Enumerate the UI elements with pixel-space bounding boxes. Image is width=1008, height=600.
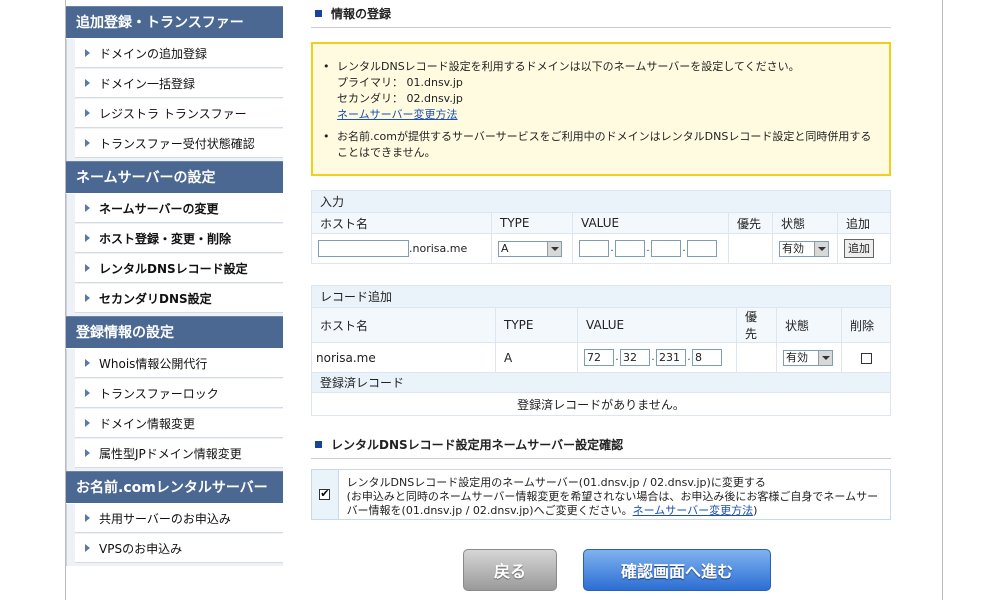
right-frame — [942, 0, 1008, 600]
priority-cell — [728, 233, 773, 264]
registered-caption: 登録済レコード — [311, 372, 891, 393]
nameserver-change-link[interactable]: ネームサーバー変更方法 — [337, 108, 458, 121]
arrow-icon — [85, 544, 90, 552]
ip-octet-input[interactable] — [651, 240, 681, 257]
sidebar-item-jp-domain-info[interactable]: 属性型JPドメイン情報変更 — [75, 439, 283, 468]
arrow-icon — [85, 49, 90, 57]
ip-octet-input[interactable] — [687, 240, 717, 257]
arrow-icon — [85, 79, 90, 87]
notice-box: レンタルDNSレコード設定を利用するドメインは以下のネームサーバーを設定してくだ… — [311, 42, 891, 176]
sidebar: 追加登録・トランスファー ドメインの追加登録 ドメイン一括登録 レジストラ トラ… — [66, 6, 283, 566]
arrow-icon — [85, 389, 90, 397]
record-status-select[interactable]: 有効 — [783, 349, 833, 366]
table-row: norisa.me A 72. 32. 231. 8 有効 — [311, 342, 891, 373]
section-heading: 情報の登録 — [311, 0, 891, 28]
empty-message: 登録済レコードがありません。 — [311, 392, 891, 416]
sidebar-item-host-register[interactable]: ホスト登録・変更・削除 — [75, 224, 283, 253]
sidebar-section-title: お名前.comレンタルサーバー — [66, 471, 283, 503]
sidebar-item-bulk-register[interactable]: ドメイン一括登録 — [75, 69, 283, 98]
record-host: norisa.me — [311, 342, 496, 373]
nameserver-change-link[interactable]: ネームサーバー変更方法 — [633, 504, 754, 517]
square-bullet-icon — [315, 441, 322, 448]
sidebar-item-domain-info[interactable]: ドメイン情報変更 — [75, 409, 283, 438]
add-button[interactable]: 追加 — [844, 239, 874, 258]
record-table: レコード追加 ホスト名 TYPE VALUE 優先 状態 削除 norisa.m… — [311, 285, 891, 416]
ip-octet-input[interactable]: 32 — [620, 349, 650, 366]
arrow-icon — [85, 204, 90, 212]
notice-item: レンタルDNSレコード設定を利用するドメインは以下のネームサーバーを設定してくだ… — [323, 59, 879, 123]
sidebar-section-additional: 追加登録・トランスファー ドメインの追加登録 ドメイン一括登録 レジストラ トラ… — [66, 6, 283, 161]
sidebar-item-rental-dns[interactable]: レンタルDNSレコード設定 — [75, 254, 283, 283]
sidebar-item-shared-server[interactable]: 共用サーバーのお申込み — [75, 504, 283, 533]
arrow-icon — [85, 264, 90, 272]
status-select[interactable]: 有効 — [779, 240, 829, 257]
input-table: 入力 ホスト名 TYPE VALUE 優先 状態 追加 .norisa.me A… — [311, 190, 891, 264]
ip-octet-input[interactable] — [579, 240, 609, 257]
confirm-box: レンタルDNSレコード設定用のネームサーバー(01.dnsv.jp / 02.d… — [311, 469, 891, 520]
ip-octet-input[interactable]: 231 — [656, 349, 686, 366]
arrow-icon — [85, 419, 90, 427]
sidebar-item-registrar-transfer[interactable]: レジストラ トランスファー — [75, 99, 283, 128]
arrow-icon — [85, 234, 90, 242]
priority-cell — [736, 342, 777, 373]
chevron-down-icon — [547, 241, 561, 256]
arrow-icon — [85, 449, 90, 457]
sidebar-section-title: 追加登録・トランスファー — [66, 6, 283, 38]
record-caption: レコード追加 — [311, 285, 891, 308]
sidebar-section-rental-server: お名前.comレンタルサーバー 共用サーバーのお申込み VPSのお申込み — [66, 471, 283, 566]
next-button[interactable]: 確認画面へ進む — [583, 549, 771, 591]
sidebar-section-nameserver: ネームサーバーの設定 ネームサーバーの変更 ホスト登録・変更・削除 レンタルDN… — [66, 161, 283, 316]
sidebar-item-transfer-status[interactable]: トランスファー受付状態確認 — [75, 129, 283, 158]
arrow-icon — [85, 514, 90, 522]
record-type: A — [495, 342, 578, 373]
sidebar-item-whois[interactable]: Whois情報公開代行 — [75, 349, 283, 378]
sidebar-section-title: ネームサーバーの設定 — [66, 161, 283, 193]
sidebar-item-transfer-lock[interactable]: トランスファーロック — [75, 379, 283, 408]
delete-checkbox[interactable] — [860, 352, 872, 364]
chevron-down-icon — [818, 350, 832, 365]
sidebar-item-vps[interactable]: VPSのお申込み — [75, 534, 283, 563]
input-caption: 入力 — [311, 190, 891, 213]
host-name-input[interactable] — [318, 240, 409, 257]
arrow-icon — [85, 139, 90, 147]
ip-octet-input[interactable]: 8 — [692, 349, 722, 366]
nameserver-change-checkbox[interactable] — [319, 487, 331, 500]
domain-suffix: .norisa.me — [409, 242, 468, 255]
action-buttons: 戻る 確認画面へ進む — [463, 549, 771, 591]
ip-octet-input[interactable] — [615, 240, 645, 257]
ip-octet-input[interactable]: 72 — [584, 349, 614, 366]
type-select[interactable]: A — [498, 240, 562, 257]
arrow-icon — [85, 109, 90, 117]
arrow-icon — [85, 359, 90, 367]
notice-item: お名前.comが提供するサーバーサービスをご利用中のドメインはレンタルDNSレコ… — [323, 129, 879, 161]
square-bullet-icon — [315, 10, 322, 17]
sidebar-item-add-domain[interactable]: ドメインの追加登録 — [75, 39, 283, 68]
sidebar-item-secondary-dns[interactable]: セカンダリDNS設定 — [75, 284, 283, 313]
confirm-heading: レンタルDNSレコード設定用ネームサーバー設定確認 — [311, 431, 891, 459]
back-button[interactable]: 戻る — [463, 549, 557, 591]
sidebar-section-registration: 登録情報の設定 Whois情報公開代行 トランスファーロック ドメイン情報変更 … — [66, 316, 283, 471]
left-frame — [0, 0, 66, 600]
chevron-down-icon — [814, 241, 828, 256]
sidebar-item-change-nameserver[interactable]: ネームサーバーの変更 — [75, 194, 283, 223]
arrow-icon — [85, 294, 90, 302]
main-content: 情報の登録 レンタルDNSレコード設定を利用するドメインは以下のネームサーバーを… — [311, 0, 891, 520]
sidebar-section-title: 登録情報の設定 — [66, 316, 283, 348]
